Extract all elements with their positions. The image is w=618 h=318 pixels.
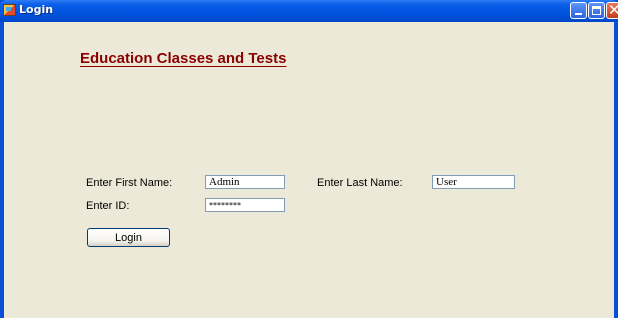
login-button[interactable]: Login <box>87 228 170 247</box>
minimize-icon <box>575 13 582 15</box>
first-name-field[interactable] <box>205 175 285 189</box>
login-window: Login ✕ Education Classes and Tests Ente… <box>0 0 618 318</box>
window-title: Login <box>19 3 54 16</box>
last-name-field[interactable] <box>432 175 515 189</box>
close-icon: ✕ <box>608 1 618 19</box>
title-bar[interactable]: Login ✕ <box>0 0 618 22</box>
close-button[interactable]: ✕ <box>606 1 618 19</box>
page-title: Education Classes and Tests <box>80 50 287 67</box>
maximize-icon <box>592 6 601 15</box>
id-label: Enter ID: <box>86 200 130 212</box>
last-name-label: Enter Last Name: <box>317 177 403 189</box>
id-field[interactable] <box>205 198 285 212</box>
maximize-button[interactable] <box>588 2 605 19</box>
app-icon <box>3 4 16 16</box>
form-area: Education Classes and Tests Enter First … <box>4 22 614 318</box>
minimize-button[interactable] <box>570 2 587 19</box>
first-name-label: Enter First Name: <box>86 177 173 189</box>
